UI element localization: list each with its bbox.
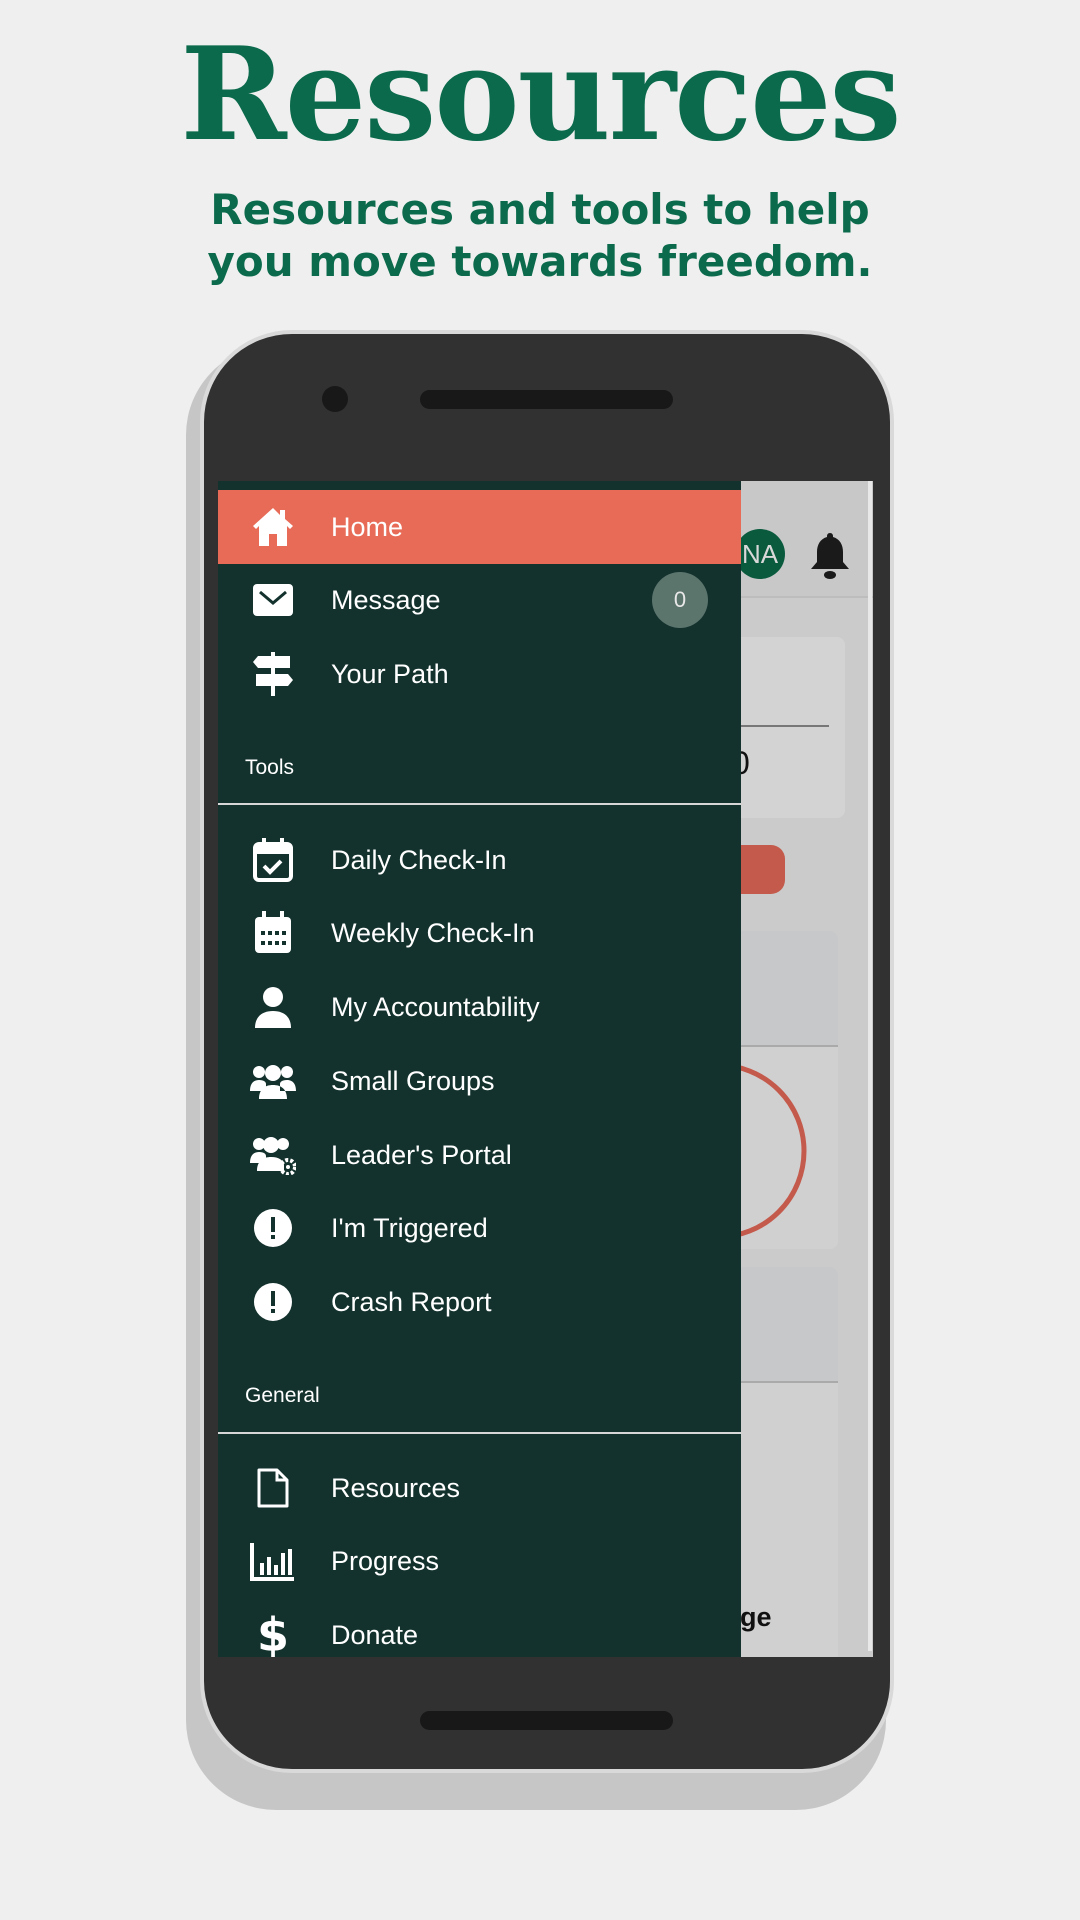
section-label-general: General — [245, 1384, 320, 1407]
drawer-item-small-groups[interactable]: Small Groups — [218, 1044, 741, 1118]
divider — [218, 803, 741, 805]
signpost-icon — [250, 651, 296, 697]
drawer-item-resources[interactable]: Resources — [218, 1451, 741, 1525]
user-icon — [250, 984, 296, 1030]
users-icon — [250, 1058, 296, 1104]
home-icon — [250, 504, 296, 550]
camera — [322, 386, 348, 412]
users-gear-icon — [250, 1132, 296, 1178]
divider — [218, 1432, 741, 1434]
envelope-icon — [250, 577, 296, 623]
dollar-icon: $ — [256, 1608, 289, 1657]
calendar-week-icon — [250, 910, 296, 956]
page-title: Resources — [180, 20, 901, 170]
bar-chart-icon — [250, 1538, 296, 1584]
drawer-item-crash-report[interactable]: Crash Report — [218, 1265, 741, 1339]
drawer-item-my-accountability[interactable]: My Accountability — [218, 970, 741, 1044]
drawer-item-daily-check-in[interactable]: Daily Check-In — [218, 823, 741, 897]
drawer-item-leaders-portal[interactable]: Leader's Portal — [218, 1118, 741, 1192]
drawer-item-donate[interactable]: $ Donate — [218, 1598, 741, 1657]
page-subtitle: Resources and tools to help you move towa… — [207, 185, 873, 286]
speaker — [420, 390, 673, 409]
navigation-drawer: Home Message 0 Your Path Tools Daily Che… — [218, 481, 741, 1657]
app-screen: NA 0 ge Home Message 0 Your Path Tools — [218, 481, 873, 1657]
exclamation-circle-icon — [250, 1205, 296, 1251]
drawer-item-your-path[interactable]: Your Path — [218, 637, 741, 711]
screen-edge — [868, 481, 872, 1651]
exclamation-circle-icon — [250, 1279, 296, 1325]
drawer-item-home[interactable]: Home — [218, 490, 741, 564]
avatar[interactable]: NA — [735, 529, 785, 579]
file-icon — [250, 1465, 296, 1511]
message-count-badge: 0 — [652, 572, 708, 628]
drawer-item-weekly-check-in[interactable]: Weekly Check-In — [218, 896, 741, 970]
calendar-check-icon — [250, 837, 296, 883]
drawer-item-progress[interactable]: Progress — [218, 1524, 741, 1598]
section-label-tools: Tools — [245, 756, 295, 779]
drawer-item-im-triggered[interactable]: I'm Triggered — [218, 1191, 741, 1265]
bottom-speaker — [420, 1711, 673, 1730]
bell-icon[interactable] — [808, 531, 852, 581]
